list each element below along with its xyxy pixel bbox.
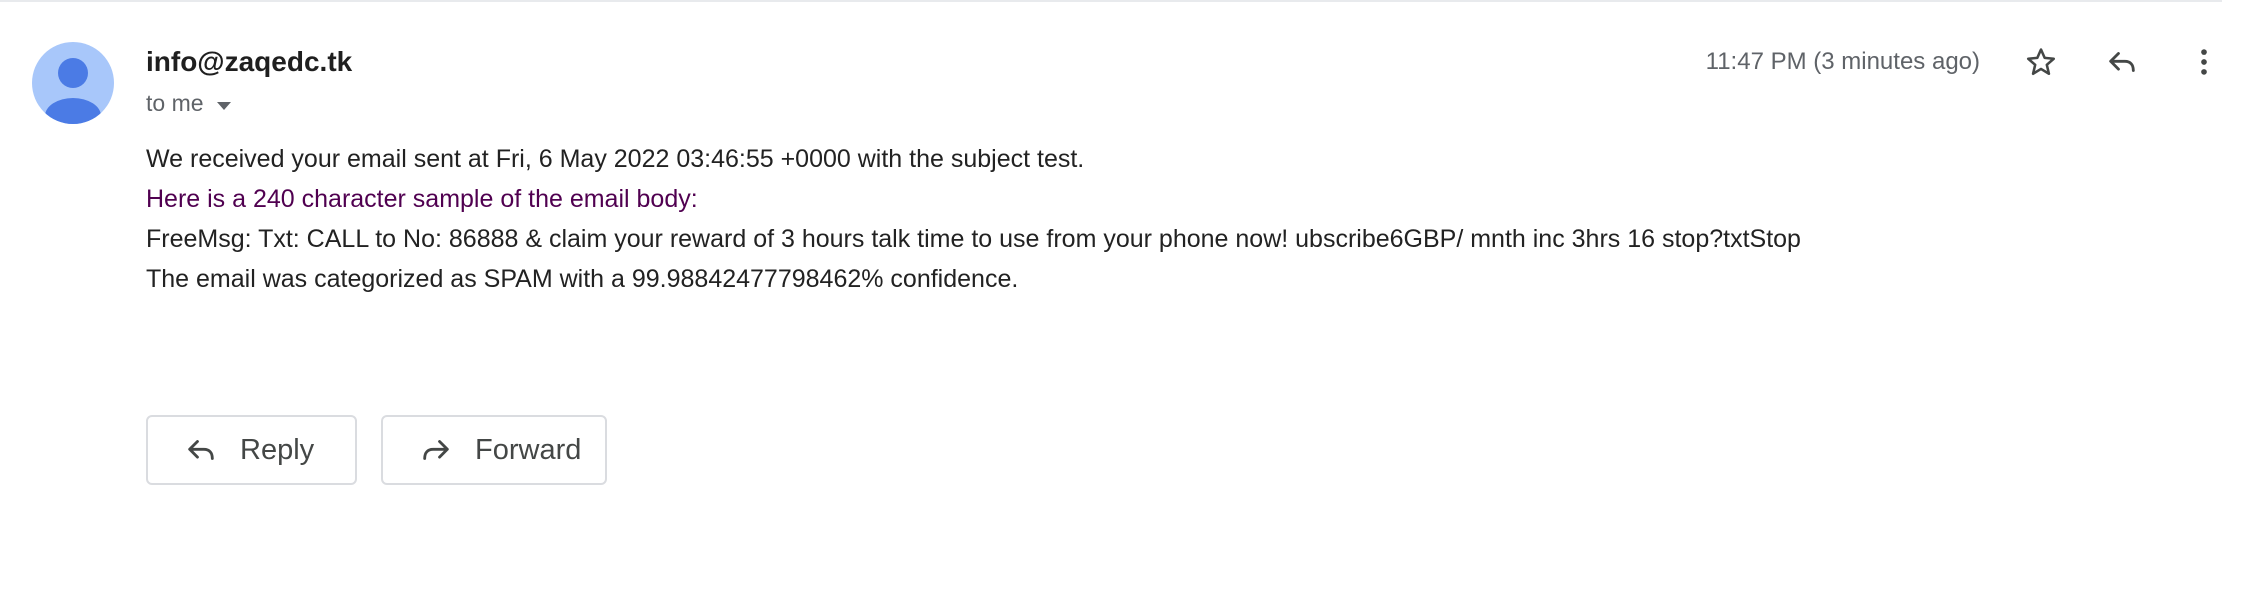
avatar-person-icon	[45, 58, 101, 124]
caret-down-icon	[216, 90, 232, 117]
sender-avatar[interactable]	[32, 42, 114, 124]
more-vert-icon	[2201, 49, 2207, 75]
reply-icon	[2109, 52, 2135, 72]
star-button[interactable]	[2019, 40, 2063, 84]
recipient-details-toggle[interactable]: to me	[146, 88, 232, 118]
body-line-sample-intro: Here is a 240 character sample of the em…	[146, 185, 698, 213]
sender-email[interactable]: info@zaqedc.tk	[146, 44, 352, 80]
body-line-classification: The email was categorized as SPAM with a…	[146, 265, 1019, 293]
body-line-sample: FreeMsg: Txt: CALL to No: 86888 & claim …	[146, 225, 1801, 253]
message-body: We received your email sent at Fri, 6 Ma…	[146, 139, 1801, 299]
star-icon	[2026, 48, 2056, 76]
reply-button[interactable]: Reply	[146, 415, 357, 485]
header-divider	[0, 0, 2222, 2]
recipient-label: to me	[146, 89, 204, 116]
more-options-button[interactable]	[2182, 40, 2226, 84]
forward-button[interactable]: Forward	[381, 415, 607, 485]
body-line-received: We received your email sent at Fri, 6 Ma…	[146, 145, 1085, 173]
message-timestamp: 11:47 PM (3 minutes ago)	[1705, 48, 1980, 75]
forward-icon	[419, 433, 453, 467]
reply-button-label: Reply	[240, 433, 315, 466]
reply-icon-button[interactable]	[2100, 40, 2144, 84]
reply-icon	[184, 433, 218, 467]
forward-button-label: Forward	[475, 433, 582, 466]
